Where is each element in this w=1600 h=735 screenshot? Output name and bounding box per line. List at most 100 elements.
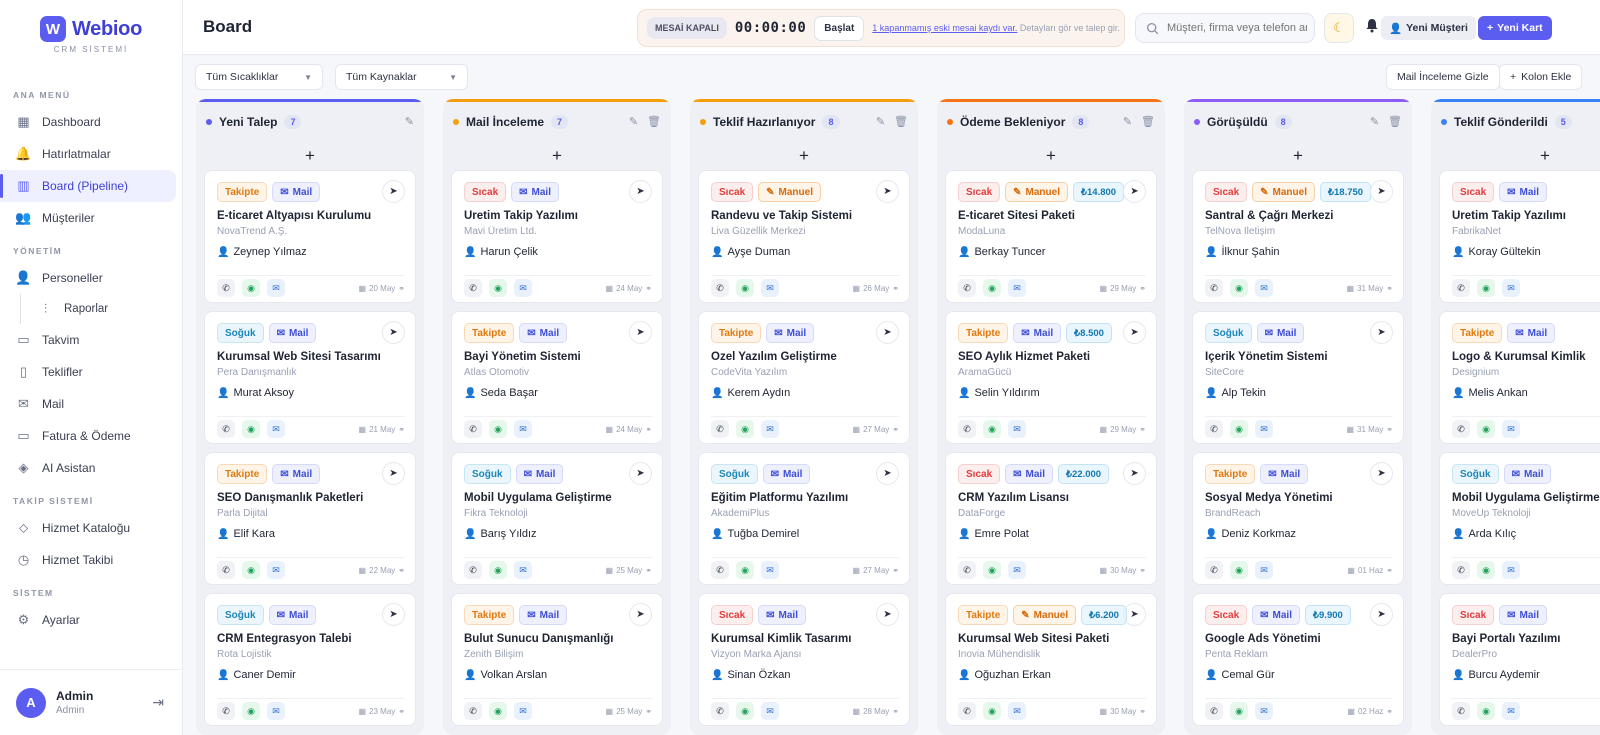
mail-icon[interactable]: ✉	[514, 420, 532, 438]
notification-bell-icon[interactable]	[1365, 18, 1379, 33]
sidebar-item[interactable]: ▯ Teklifler	[0, 356, 176, 388]
search-box[interactable]	[1135, 13, 1315, 43]
send-paper-plane-icon[interactable]: ➤	[1123, 321, 1146, 344]
link-icon[interactable]: ⚭	[1386, 707, 1393, 716]
send-paper-plane-icon[interactable]: ➤	[382, 180, 405, 203]
lead-card[interactable]: Sıcak ✉ Mail ₺9.900 ➤ Google Ads Yönetimi P…	[1192, 593, 1404, 726]
mail-icon[interactable]: ✉	[1008, 279, 1026, 297]
phone-icon[interactable]: ✆	[1452, 420, 1470, 438]
mail-icon[interactable]: ✉	[1008, 420, 1026, 438]
phone-icon[interactable]: ✆	[217, 561, 235, 579]
mail-icon[interactable]: ✉	[1502, 279, 1520, 297]
phone-icon[interactable]: ✆	[711, 279, 729, 297]
link-icon[interactable]: ⚭	[1139, 566, 1146, 575]
mail-icon[interactable]: ✉	[1502, 702, 1520, 720]
whatsapp-icon[interactable]: ◉	[489, 279, 507, 297]
whatsapp-icon[interactable]: ◉	[489, 561, 507, 579]
send-paper-plane-icon[interactable]: ➤	[382, 462, 405, 485]
add-card-plus-icon[interactable]: +	[690, 142, 918, 170]
whatsapp-icon[interactable]: ◉	[983, 561, 1001, 579]
mail-icon[interactable]: ✉	[267, 561, 285, 579]
phone-icon[interactable]: ✆	[958, 702, 976, 720]
phone-icon[interactable]: ✆	[958, 420, 976, 438]
lead-card[interactable]: Takipte ✎ Manuel ₺6.200 ➤ Kurumsal Web Site…	[945, 593, 1157, 726]
link-icon[interactable]: ⚭	[892, 566, 899, 575]
lead-card[interactable]: Soğuk ✉ Mail ➤ Eğitim Platformu Yazılımı A…	[698, 452, 910, 585]
shift-notice-link[interactable]: 1 kapanmamış eski mesai kaydı var.	[872, 23, 1017, 33]
link-icon[interactable]: ⚭	[645, 284, 652, 293]
send-paper-plane-icon[interactable]: ➤	[629, 603, 652, 626]
whatsapp-icon[interactable]: ◉	[242, 561, 260, 579]
whatsapp-icon[interactable]: ◉	[1477, 420, 1495, 438]
send-paper-plane-icon[interactable]: ➤	[629, 180, 652, 203]
sidebar-item[interactable]: ⬦ Hizmet Kataloğu	[0, 512, 176, 544]
lead-card[interactable]: Takipte ✉ Mail ➤ Bulut Sunucu Danışmanlığı…	[451, 593, 663, 726]
lead-card[interactable]: Takipte ✉ Mail ➤ SEO Danışmanlık Paketleri…	[204, 452, 416, 585]
whatsapp-icon[interactable]: ◉	[1230, 279, 1248, 297]
lead-card[interactable]: Sıcak✉Mail ➤ Üretim Takip Yazılımı Fabri…	[1439, 170, 1600, 303]
lead-card[interactable]: Soğuk ✉ Mail ➤ İçerik Yönetim Sistemi Site…	[1192, 311, 1404, 444]
phone-icon[interactable]: ✆	[1205, 420, 1223, 438]
lead-card[interactable]: Takipte ✉ Mail ➤ Sosyal Medya Yönetimi Bra…	[1192, 452, 1404, 585]
whatsapp-icon[interactable]: ◉	[736, 279, 754, 297]
mail-icon[interactable]: ✉	[761, 561, 779, 579]
trash-icon[interactable]: 🗑	[1141, 115, 1155, 128]
whatsapp-icon[interactable]: ◉	[983, 702, 1001, 720]
link-icon[interactable]: ⚭	[892, 425, 899, 434]
link-icon[interactable]: ⚭	[645, 425, 652, 434]
sidebar-item[interactable]: ▦ Dashboard	[0, 106, 176, 138]
sidebar-item[interactable]: 🔔 Hatırlatmalar	[0, 138, 176, 170]
send-paper-plane-icon[interactable]: ➤	[876, 180, 899, 203]
send-paper-plane-icon[interactable]: ➤	[1370, 321, 1393, 344]
sidebar-item[interactable]: ◷ Hizmet Takibi	[0, 544, 176, 576]
send-paper-plane-icon[interactable]: ➤	[1123, 180, 1146, 203]
whatsapp-icon[interactable]: ◉	[489, 420, 507, 438]
heat-filter-select[interactable]: Tüm Sıcaklıklar ▼	[195, 64, 323, 90]
sidebar-item[interactable]: ✉ Mail	[0, 388, 176, 420]
send-paper-plane-icon[interactable]: ➤	[382, 603, 405, 626]
send-paper-plane-icon[interactable]: ➤	[1123, 603, 1146, 626]
mail-icon[interactable]: ✉	[1502, 561, 1520, 579]
link-icon[interactable]: ⚭	[1139, 707, 1146, 716]
link-icon[interactable]: ⚭	[645, 707, 652, 716]
edit-icon[interactable]: ✎	[1370, 115, 1379, 128]
trash-icon[interactable]: 🗑	[647, 115, 661, 128]
send-paper-plane-icon[interactable]: ➤	[382, 321, 405, 344]
phone-icon[interactable]: ✆	[1205, 279, 1223, 297]
whatsapp-icon[interactable]: ◉	[1477, 279, 1495, 297]
whatsapp-icon[interactable]: ◉	[242, 420, 260, 438]
sidebar-item[interactable]: ⚙ Ayarlar	[0, 604, 176, 636]
lead-card[interactable]: Takipte ✉ Mail ➤ Özel Yazılım Geliştirme C…	[698, 311, 910, 444]
hide-mail-review-button[interactable]: Mail İnceleme Gizle	[1386, 64, 1500, 90]
phone-icon[interactable]: ✆	[1452, 702, 1470, 720]
phone-icon[interactable]: ✆	[1452, 561, 1470, 579]
sidebar-item[interactable]: 👤 Personeller	[0, 262, 176, 294]
start-button[interactable]: Başlat	[814, 15, 865, 41]
whatsapp-icon[interactable]: ◉	[1230, 702, 1248, 720]
mail-icon[interactable]: ✉	[514, 279, 532, 297]
phone-icon[interactable]: ✆	[1205, 702, 1223, 720]
edit-icon[interactable]: ✎	[629, 115, 638, 128]
sidebar-item[interactable]: 👥 Müşteriler	[0, 202, 176, 234]
logout-icon[interactable]: ⇥	[152, 694, 164, 711]
lead-card[interactable]: Sıcak ✉ Mail ➤ Üretim Takip Yazılımı Mavi …	[451, 170, 663, 303]
link-icon[interactable]: ⚭	[1386, 566, 1393, 575]
brand-row[interactable]: W Webioo	[39, 16, 142, 42]
phone-icon[interactable]: ✆	[958, 279, 976, 297]
phone-icon[interactable]: ✆	[464, 561, 482, 579]
link-icon[interactable]: ⚭	[892, 284, 899, 293]
mail-icon[interactable]: ✉	[267, 279, 285, 297]
add-card-plus-icon[interactable]: +	[443, 142, 671, 170]
source-filter-select[interactable]: Tüm Kaynaklar ▼	[335, 64, 468, 90]
whatsapp-icon[interactable]: ◉	[1477, 702, 1495, 720]
trash-icon[interactable]: 🗑	[894, 115, 908, 128]
whatsapp-icon[interactable]: ◉	[736, 702, 754, 720]
whatsapp-icon[interactable]: ◉	[242, 279, 260, 297]
lead-card[interactable]: Sıcak ✎ Manuel ₺14.800 ➤ E-ticaret Sitesi P…	[945, 170, 1157, 303]
lead-card[interactable]: Sıcak ✎ Manuel ➤ Randevu ve Takip Sistemi …	[698, 170, 910, 303]
search-input[interactable]	[1167, 22, 1307, 34]
add-card-plus-icon[interactable]: +	[1431, 142, 1600, 170]
phone-icon[interactable]: ✆	[217, 279, 235, 297]
mail-icon[interactable]: ✉	[514, 702, 532, 720]
phone-icon[interactable]: ✆	[217, 420, 235, 438]
